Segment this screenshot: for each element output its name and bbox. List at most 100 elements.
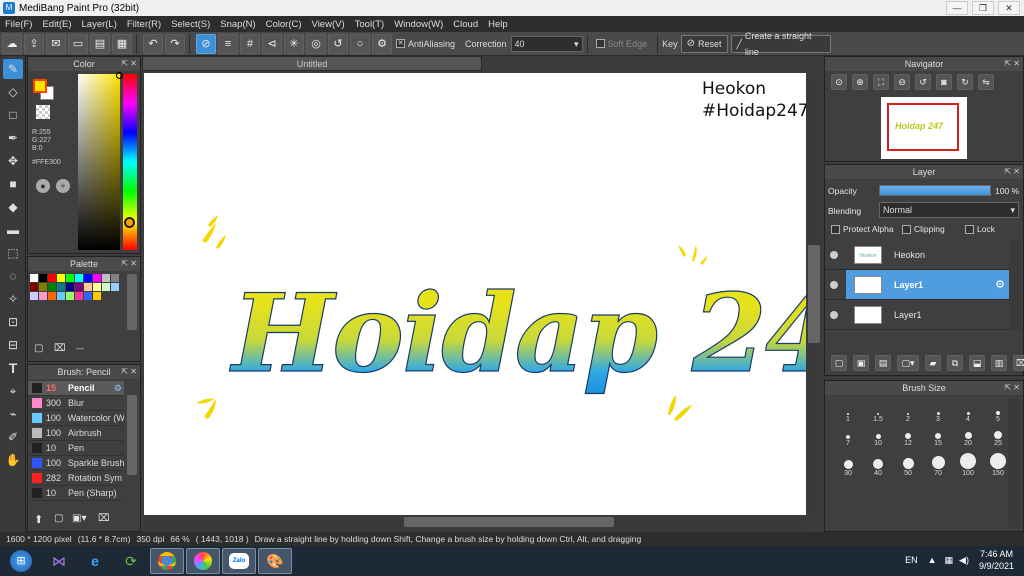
- rotate-reset-icon[interactable]: ◙: [936, 74, 952, 90]
- palette-swatch[interactable]: [30, 283, 38, 291]
- panel-close-icon[interactable]: ⇱ ✕: [121, 57, 137, 71]
- palette-swatch[interactable]: [66, 283, 74, 291]
- clock[interactable]: 7:46 AM 9/9/2021: [979, 548, 1014, 572]
- protect-alpha-toggle[interactable]: Protect Alpha: [831, 224, 894, 234]
- share-icon[interactable]: ⇪: [24, 33, 44, 54]
- brush-size-option[interactable]: 30: [833, 447, 863, 477]
- lasso-tool-icon[interactable]: ◌: [3, 266, 23, 286]
- palette-scrollbar[interactable]: [127, 274, 137, 330]
- tray-arrow-icon[interactable]: ▲: [928, 555, 937, 565]
- comment-icon[interactable]: ✉: [46, 33, 66, 54]
- palette-swatch[interactable]: [75, 274, 83, 282]
- rotate-left-icon[interactable]: ↺: [915, 74, 931, 90]
- brush-size-option[interactable]: 3: [923, 399, 953, 423]
- volume-icon[interactable]: ◀): [959, 555, 969, 566]
- layer-row[interactable]: Layer1: [825, 300, 1009, 330]
- brush-size-option[interactable]: 1.5: [863, 399, 893, 423]
- close-button[interactable]: ✕: [998, 1, 1020, 15]
- add-layer-menu-icon[interactable]: ▢▾: [897, 355, 919, 371]
- checkbox-icon[interactable]: [831, 224, 840, 234]
- brush-size-option[interactable]: 20: [953, 423, 983, 447]
- brush-size-option[interactable]: 4: [953, 399, 983, 423]
- checkbox-icon[interactable]: [902, 224, 911, 234]
- visual-studio-icon[interactable]: ⋈: [42, 548, 76, 574]
- select-pen-tool-icon[interactable]: ⊡: [3, 312, 23, 332]
- palette-swatch[interactable]: [57, 274, 65, 282]
- menu-tool[interactable]: Tool(T): [350, 19, 390, 30]
- layer-settings-icon[interactable]: ▥: [991, 355, 1007, 371]
- palette-swatch[interactable]: [84, 274, 92, 282]
- palette-swatch[interactable]: [66, 274, 74, 282]
- menu-file[interactable]: File(F): [0, 19, 37, 30]
- cloud-icon[interactable]: ☁: [2, 33, 22, 54]
- zoom-in-icon[interactable]: ⊕: [852, 74, 868, 90]
- snap-grid-icon[interactable]: #: [240, 33, 260, 54]
- straight-line-button[interactable]: ╱ Create a straight line: [730, 31, 831, 57]
- brush-size-option[interactable]: 10: [863, 423, 893, 447]
- antialiasing-toggle[interactable]: ✕ AntiAliasing: [396, 39, 455, 49]
- reset-button[interactable]: ⊘ Reset: [680, 34, 728, 53]
- library-icon[interactable]: ▦: [112, 33, 132, 54]
- palette-swatch[interactable]: [57, 292, 65, 300]
- lock-toggle[interactable]: Lock: [965, 224, 995, 234]
- palette-swatch[interactable]: [30, 292, 38, 300]
- menu-edit[interactable]: Edit(E): [37, 19, 76, 30]
- palette-swatch[interactable]: [102, 283, 110, 291]
- checkbox-checked-icon[interactable]: ✕: [396, 39, 405, 48]
- palette-swatch[interactable]: [30, 274, 38, 282]
- brush-size-option[interactable]: 70: [923, 447, 953, 477]
- palette-swatch[interactable]: [102, 274, 110, 282]
- navigator-thumbnail[interactable]: Hoidap 247: [881, 97, 967, 159]
- brush-size-scrollbar[interactable]: [1008, 399, 1020, 527]
- snap-parallel-icon[interactable]: ≡: [218, 33, 238, 54]
- soft-edge-toggle[interactable]: Soft Edge: [595, 39, 647, 49]
- opacity-slider[interactable]: [879, 185, 991, 196]
- gear-icon[interactable]: ⚙: [114, 383, 122, 394]
- zalo-icon[interactable]: Zalo: [222, 548, 256, 574]
- brush-item[interactable]: 100 Sparkle Brush: [28, 456, 124, 471]
- brush-add-icon[interactable]: ⬆: [34, 513, 43, 526]
- palette-swatch[interactable]: [48, 292, 56, 300]
- gradient-tool-icon[interactable]: ▬: [3, 220, 23, 240]
- maximize-button[interactable]: ❐: [972, 1, 994, 15]
- visibility-icon[interactable]: [830, 280, 838, 289]
- transparent-swatch[interactable]: [36, 105, 50, 119]
- layer-row[interactable]: Heokon #Hoidap247 Heokon: [825, 240, 1009, 277]
- blending-select[interactable]: Normal ▾: [879, 202, 1019, 218]
- snap-concentric-icon[interactable]: ◎: [306, 33, 326, 54]
- brush-size-option[interactable]: 15: [923, 423, 953, 447]
- brush-item[interactable]: 300 Blur: [28, 396, 124, 411]
- delete-layer-icon[interactable]: ⌧: [1013, 355, 1024, 371]
- palette-swatch[interactable]: [111, 274, 119, 282]
- snap-perspective-icon[interactable]: ⊲: [262, 33, 282, 54]
- move-tool-icon[interactable]: ✥: [3, 151, 23, 171]
- brush-new-icon[interactable]: ▢: [54, 513, 63, 524]
- palette-swatch[interactable]: [93, 292, 101, 300]
- snap-radial-icon[interactable]: ✳: [284, 33, 304, 54]
- palette-swatch[interactable]: [39, 274, 47, 282]
- magic-wand-tool-icon[interactable]: ✧: [3, 289, 23, 309]
- pen-tool-icon[interactable]: ✒: [3, 128, 23, 148]
- brush-tool-icon[interactable]: ✎: [3, 59, 23, 79]
- brush-size-option[interactable]: 2: [893, 399, 923, 423]
- new-halftone-layer-icon[interactable]: ▤: [875, 355, 891, 371]
- palette-delete-icon[interactable]: ⌧: [54, 343, 66, 354]
- medibang-taskbar-icon[interactable]: [186, 548, 220, 574]
- panel-close-icon[interactable]: ⇱ ✕: [1004, 381, 1020, 395]
- paint-palette-icon[interactable]: 🎨: [258, 548, 292, 574]
- language-indicator[interactable]: EN: [905, 555, 918, 565]
- checkbox-icon[interactable]: [595, 39, 605, 48]
- eyedropper-tool-icon[interactable]: ⌁: [3, 404, 23, 424]
- document-icon[interactable]: ▤: [90, 33, 110, 54]
- menu-color[interactable]: Color(C): [261, 19, 307, 30]
- zoom-out-icon[interactable]: ⊖: [894, 74, 910, 90]
- snap-curve-icon[interactable]: ↺: [328, 33, 348, 54]
- redo-icon[interactable]: ↷: [165, 33, 185, 54]
- internet-explorer-icon[interactable]: e: [78, 548, 112, 574]
- visibility-icon[interactable]: [830, 310, 838, 319]
- checkbox-icon[interactable]: [965, 224, 974, 234]
- chat-icon[interactable]: ▭: [68, 33, 88, 54]
- brush-item[interactable]: 15 Pencil ⚙: [28, 381, 124, 396]
- app-green-icon[interactable]: ⟳: [114, 548, 148, 574]
- panel-close-icon[interactable]: ⇱ ✕: [1004, 57, 1020, 71]
